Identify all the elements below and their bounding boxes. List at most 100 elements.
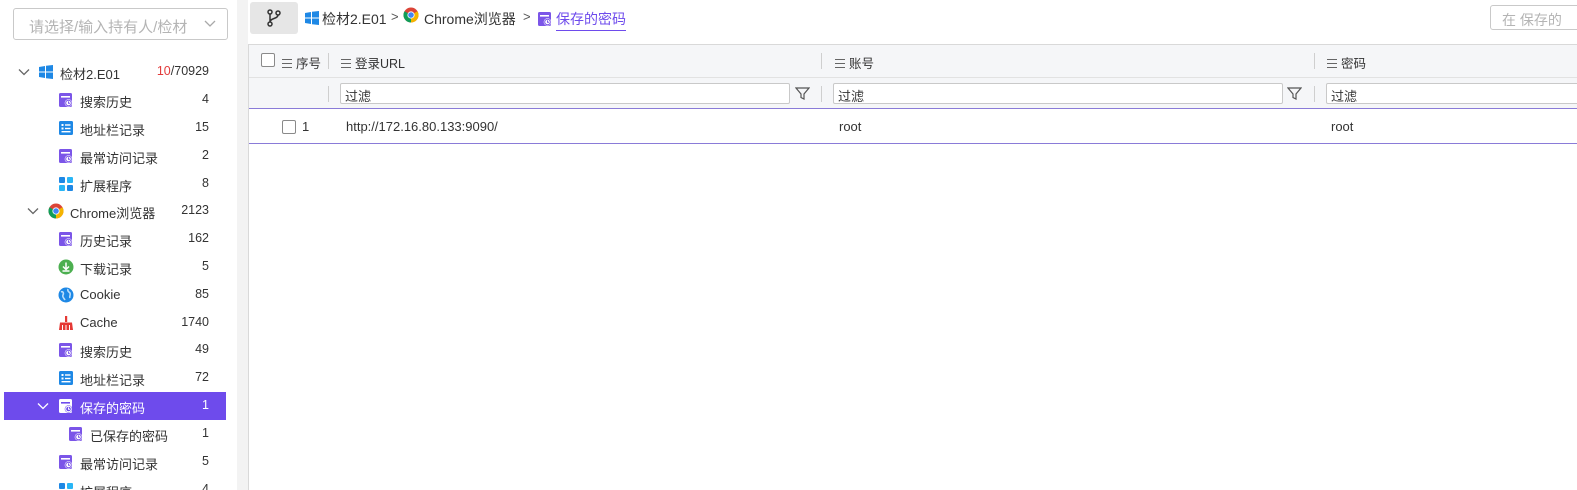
chevron-down-icon[interactable] xyxy=(36,399,50,413)
tree-item[interactable]: 地址栏记录 72 xyxy=(4,364,226,392)
breadcrumb-item-chrome[interactable]: Chrome浏览器 xyxy=(424,9,516,29)
extensions-icon xyxy=(59,483,73,489)
tree-item[interactable]: 最常访问记录 5 xyxy=(4,448,226,476)
tree-item[interactable]: 已保存的密码 1 xyxy=(4,420,226,448)
tree-item-count: 5 xyxy=(202,259,209,273)
tree-item[interactable]: Cache 1740 xyxy=(4,309,226,337)
download-icon xyxy=(58,259,74,275)
column-header-label: 密码 xyxy=(1341,57,1367,71)
column-divider xyxy=(328,86,329,102)
chevron-down-icon[interactable] xyxy=(26,204,40,218)
table-row[interactable]: 1 http://172.16.80.133:9090/ root root xyxy=(249,109,1577,144)
column-menu-icon[interactable] xyxy=(341,59,351,68)
left-panel-scrollbar[interactable] xyxy=(237,0,248,490)
tree-item[interactable]: 地址栏记录 15 xyxy=(4,114,226,142)
chrome-icon xyxy=(403,7,419,23)
windows-icon xyxy=(305,11,319,25)
tree-item[interactable]: 保存的密码 1 xyxy=(4,392,226,420)
tree-item-label: Cache xyxy=(80,315,118,330)
tree-item[interactable]: 搜索历史 49 xyxy=(4,336,226,364)
tree-item-label: 最常访问记录 xyxy=(80,151,159,166)
tree-item-count: 10/70929 xyxy=(157,64,209,78)
tree-item-count: 15 xyxy=(195,120,209,134)
column-divider xyxy=(821,86,822,102)
column-menu-icon[interactable] xyxy=(282,59,292,68)
column-header-label: 序号 xyxy=(296,57,322,71)
column-header-index[interactable]: 序号 xyxy=(282,53,321,72)
breadcrumb-item-evidence[interactable]: 检材2.E01 xyxy=(322,9,387,29)
filter-input-text: 过滤 xyxy=(838,89,865,104)
tree-item-count: 2123 xyxy=(181,203,209,217)
row-checkbox[interactable] xyxy=(282,120,296,134)
tree-item[interactable]: 下载记录 5 xyxy=(4,253,226,281)
breadcrumb-separator: > xyxy=(391,9,399,24)
grid-header: 序号 登录URL 账号 密码 xyxy=(249,45,1577,78)
tree-item[interactable]: 扩展程序 4 xyxy=(4,476,226,490)
breadcrumb-separator: > xyxy=(523,9,531,24)
tree-item[interactable]: Chrome浏览器 2123 xyxy=(4,197,226,225)
tree-item-count: 49 xyxy=(195,342,209,356)
tree-item-label: 地址栏记录 xyxy=(80,123,146,138)
tree-item[interactable]: 最常访问记录 2 xyxy=(4,142,226,170)
column-header-login-url[interactable]: 登录URL xyxy=(341,53,405,72)
history-page-icon xyxy=(59,93,73,107)
data-grid: 序号 登录URL 账号 密码 过滤 过滤 过滤 1 http://172.16.… xyxy=(248,44,1577,490)
tree-item[interactable]: Cookie 85 xyxy=(4,281,226,309)
column-header-account[interactable]: 账号 xyxy=(835,53,874,72)
chevron-down-icon xyxy=(204,20,216,27)
history-page-icon xyxy=(538,12,552,26)
chevron-down-icon[interactable] xyxy=(17,65,31,79)
tree-item[interactable]: 检材2.E01 10/70929 xyxy=(4,58,226,86)
history-page-icon xyxy=(59,343,73,357)
tree-item[interactable]: 扩展程序 8 xyxy=(4,170,226,198)
filter-input-account[interactable]: 过滤 xyxy=(833,83,1283,104)
tree-item-count: 5 xyxy=(202,454,209,468)
tree-item-count: 8 xyxy=(202,176,209,190)
search-input[interactable]: 在 保存的 xyxy=(1490,5,1577,30)
breadcrumb-item-saved-passwords[interactable]: 保存的密码 xyxy=(556,9,626,31)
history-page-icon xyxy=(59,455,73,469)
owner-select[interactable]: 请选择/输入持有人/检材 xyxy=(13,8,228,40)
branch-button[interactable] xyxy=(250,2,298,34)
tree-item[interactable]: 历史记录 162 xyxy=(4,225,226,253)
tree-item-count: 4 xyxy=(202,92,209,106)
select-all-checkbox[interactable] xyxy=(261,53,275,67)
tree-item-label: 搜索历史 xyxy=(80,95,133,110)
column-menu-icon[interactable] xyxy=(1327,59,1337,68)
tree-item-label: 保存的密码 xyxy=(80,401,146,416)
address-list-icon xyxy=(59,121,73,135)
tree-item[interactable]: 搜索历史 4 xyxy=(4,86,226,114)
filter-input-password[interactable]: 过滤 xyxy=(1326,83,1577,104)
column-divider[interactable] xyxy=(1314,53,1315,69)
tree-item-label: 地址栏记录 xyxy=(80,373,146,388)
column-divider[interactable] xyxy=(821,53,822,69)
column-header-label: 登录URL xyxy=(355,57,406,71)
filter-icon[interactable] xyxy=(1287,86,1302,101)
windows-icon xyxy=(39,65,53,79)
history-page-icon xyxy=(59,232,73,246)
chrome-icon xyxy=(48,203,64,219)
tree-item-count: 72 xyxy=(195,370,209,384)
column-menu-icon[interactable] xyxy=(835,59,845,68)
tree-item-label: 已保存的密码 xyxy=(90,429,169,444)
column-divider[interactable] xyxy=(328,53,329,69)
column-header-label: 账号 xyxy=(849,57,875,71)
tree-item-label: 搜索历史 xyxy=(80,345,133,360)
tree-item-label: Chrome浏览器 xyxy=(70,206,156,221)
cookie-globe-icon xyxy=(58,287,74,303)
left-panel: 请选择/输入持有人/检材 检材2.E01 10/70929 搜索历史 4 地址栏记录 15… xyxy=(0,0,237,490)
filter-icon[interactable] xyxy=(795,86,810,101)
tree-item-label: 历史记录 xyxy=(80,234,133,249)
column-header-password[interactable]: 密码 xyxy=(1327,53,1366,72)
tree-item-count: 2 xyxy=(202,148,209,162)
history-page-icon xyxy=(59,399,73,413)
tree-item-count: 1 xyxy=(202,398,209,412)
filter-row: 过滤 过滤 过滤 xyxy=(249,78,1577,109)
cell-index: 1 xyxy=(302,119,310,134)
filter-input-login-url[interactable]: 过滤 xyxy=(340,83,790,104)
history-page-icon xyxy=(59,149,73,163)
cache-broom-icon xyxy=(59,316,73,330)
tree-item-count: 162 xyxy=(188,231,209,245)
tree-item-count-total: /70929 xyxy=(170,64,209,78)
branch-icon xyxy=(267,9,281,27)
